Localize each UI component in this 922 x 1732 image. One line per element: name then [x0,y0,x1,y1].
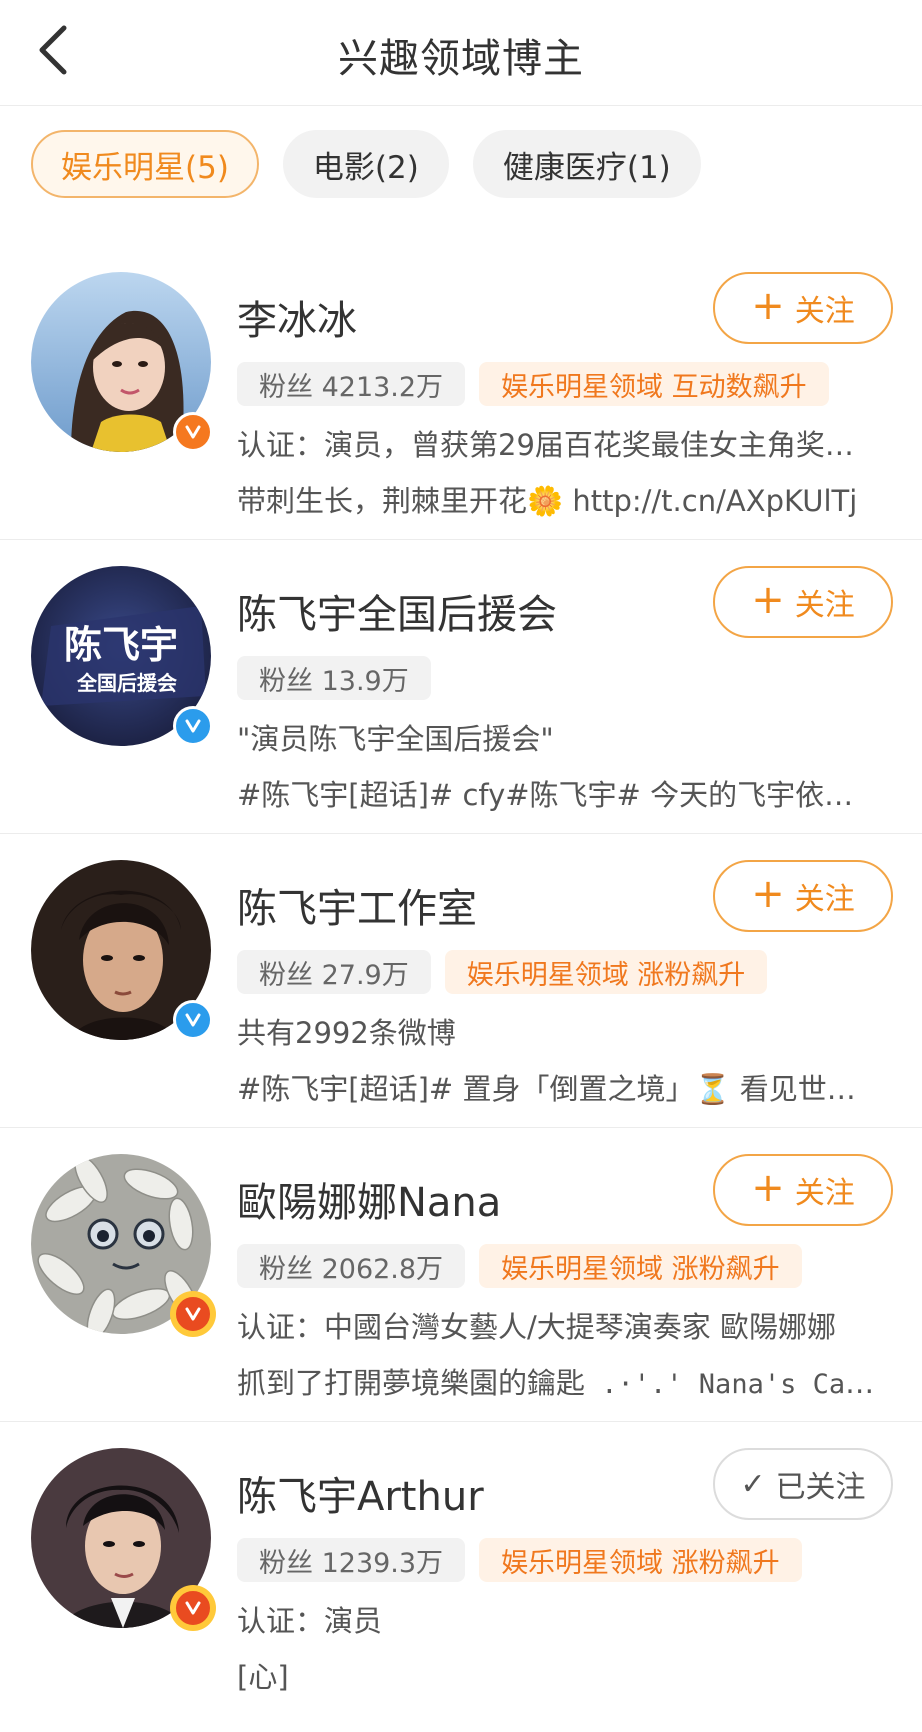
page-title: 兴趣领域博主 [338,36,584,82]
tab-movie[interactable]: 电影(2) [282,130,449,198]
list-item[interactable]: 陈飞宇工作室 + 关注 粉丝 27.9万 娱乐明星领域 涨粉飙升 共有2992条… [0,834,922,1128]
latest-post: #陈飞宇[超话]# cfy#陈飞宇# 今天的飞宇依旧… [237,778,877,812]
post-text: 抓到了打開夢境樂園的鑰匙 [237,1366,586,1400]
fans-count: 粉丝 13.9万 [237,656,431,700]
domain-tag: 娱乐明星领域 互动数飙升 [479,362,829,406]
tab-health[interactable]: 健康医疗(1) [472,130,701,198]
follow-button[interactable]: + 关注 [713,860,893,932]
top-bar: 兴趣领域博主 [0,0,922,106]
tag-row: 粉丝 1239.3万 娱乐明星领域 涨粉飙升 [237,1538,802,1582]
latest-post: 带刺生长，荆棘里开花🌼 http://t.cn/AXpKUlTj [237,478,877,520]
check-icon: ✓ [740,1466,766,1502]
blogger-name[interactable]: 陈飞宇Arthur [237,1464,484,1522]
plus-icon: + [751,871,785,917]
follow-label: 关注 [794,588,855,623]
follow-button[interactable]: + 关注 [713,272,893,344]
plus-icon: + [751,283,785,329]
description-text: "演员陈飞宇全国后援会" [237,722,554,756]
latest-post: #陈飞宇[超话]# 置身「倒置之境」⏳ 看见世界… [237,1072,877,1106]
fans-count: 粉丝 1239.3万 [237,1538,466,1582]
post-text: 带刺生长，荆棘里开花 [237,484,528,518]
follow-label: 关注 [794,882,855,917]
avatar-subtext: 全国后援会 [76,671,177,695]
verification-text: 认证：中國台灣女藝人/大提琴演奏家 歐陽娜娜 [237,1310,836,1344]
domain-tag: 娱乐明星领域 涨粉飙升 [479,1538,802,1582]
follow-label: 已关注 [775,1470,866,1505]
fans-count: 粉丝 4213.2万 [237,362,466,406]
verified-badge-icon [173,1588,213,1628]
domain-tag: 娱乐明星领域 涨粉飙升 [444,950,768,994]
follow-button[interactable]: + 关注 [713,1154,893,1226]
followed-button[interactable]: ✓ 已关注 [713,1448,893,1520]
flower-icon: 🌼 [527,484,564,518]
post-text-mono: .·'.' Nana's Carni… [601,1369,877,1400]
avatar[interactable] [31,1448,213,1628]
verified-badge-icon [173,1294,213,1334]
plus-icon: + [751,1165,785,1211]
tag-row: 粉丝 13.9万 [237,656,431,700]
avatar[interactable] [31,1154,213,1334]
blogger-name[interactable]: 李冰冰 [237,288,357,346]
verified-badge-icon [173,1000,213,1040]
blogger-name[interactable]: 陈飞宇全国后援会 [237,582,557,640]
tag-row: 粉丝 27.9万 娱乐明星领域 涨粉飙升 [237,950,768,994]
avatar-text: 陈飞宇 [64,623,178,667]
follow-label: 关注 [794,1176,855,1211]
verified-badge-icon [173,412,213,452]
avatar[interactable] [31,272,213,452]
domain-tag: 娱乐明星领域 涨粉飙升 [479,1244,802,1288]
post-link[interactable]: http://t.cn/AXpKUlTj [563,484,857,518]
follow-label: 关注 [794,294,855,329]
blogger-name[interactable]: 陈飞宇工作室 [237,876,477,934]
verification-text: 认证：演员，曾获第29届百花奖最佳女主角奖… [237,428,854,462]
tag-row: 粉丝 4213.2万 娱乐明星领域 互动数飙升 [237,362,829,406]
verified-badge-icon [173,706,213,746]
blogger-list: 李冰冰 + 关注 粉丝 4213.2万 娱乐明星领域 互动数飙升 认证：演员，曾… [0,246,922,1716]
avatar[interactable] [31,860,213,1040]
latest-post: 抓到了打開夢境樂園的鑰匙 .·'.' Nana's Carni… [237,1360,877,1402]
fans-count: 粉丝 27.9万 [237,950,431,994]
list-item[interactable]: 李冰冰 + 关注 粉丝 4213.2万 娱乐明星领域 互动数飙升 认证：演员，曾… [0,246,922,540]
blogger-name[interactable]: 歐陽娜娜Nana [237,1170,501,1228]
avatar[interactable]: 陈飞宇 全国后援会 [31,566,213,746]
plus-icon: + [751,577,785,623]
tab-entertainment[interactable]: 娱乐明星(5) [31,130,259,198]
list-item[interactable]: 陈飞宇Arthur ✓ 已关注 粉丝 1239.3万 娱乐明星领域 涨粉飙升 认… [0,1422,922,1716]
tag-row: 粉丝 2062.8万 娱乐明星领域 涨粉飙升 [237,1244,802,1288]
latest-post: [心] [237,1660,289,1694]
category-tabs: 娱乐明星(5) 电影(2) 健康医疗(1) [31,130,701,198]
follow-button[interactable]: + 关注 [713,566,893,638]
list-item[interactable]: 陈飞宇 全国后援会 陈飞宇全国后援会 + 关注 粉丝 13.9万 "演员陈飞宇全… [0,540,922,834]
post-count-text: 共有2992条微博 [237,1016,456,1050]
fans-count: 粉丝 2062.8万 [237,1244,466,1288]
list-item[interactable]: 歐陽娜娜Nana + 关注 粉丝 2062.8万 娱乐明星领域 涨粉飙升 认证：… [0,1128,922,1422]
verification-text: 认证：演员 [237,1604,383,1638]
